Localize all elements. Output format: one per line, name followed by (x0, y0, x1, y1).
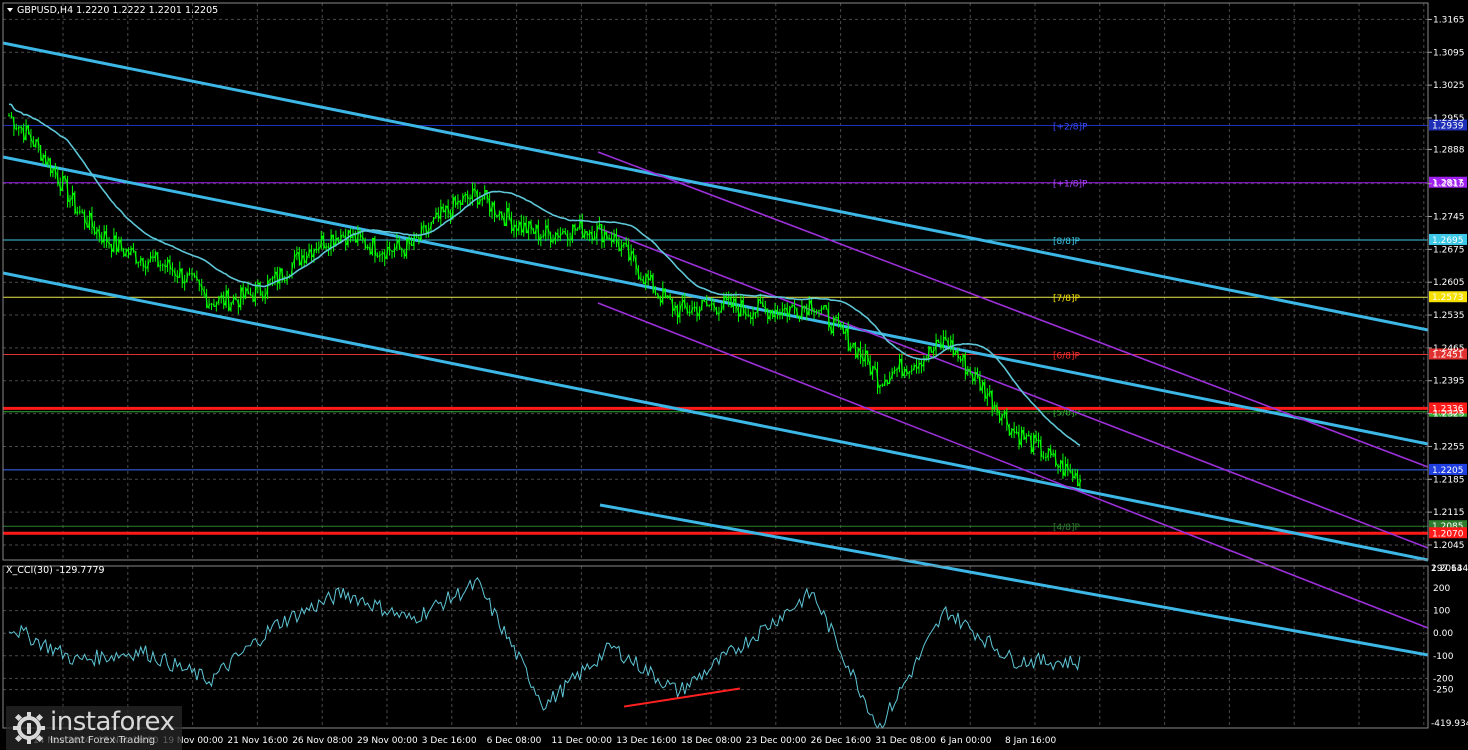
price-tick-label: 1.2185 (1433, 475, 1465, 485)
time-tick-label: 21 Nov 16:00 (227, 736, 288, 746)
price-tag-text: 1.2573 (1432, 293, 1464, 303)
candle-body (693, 306, 696, 309)
cci-tick-label: -100 (1433, 652, 1454, 662)
time-tick-label: 31 Dec 08:00 (875, 736, 936, 746)
candle-body (376, 255, 379, 258)
cci-top-label: 297.6441 (1431, 564, 1468, 574)
price-tick-label: 1.2605 (1433, 278, 1465, 288)
candle-body (422, 225, 425, 227)
candle-body (1015, 431, 1018, 434)
price-tick-label: 1.2395 (1433, 377, 1465, 387)
time-tick-label: 26 Nov 08:00 (292, 736, 353, 746)
candle-body (10, 115, 13, 118)
time-tick-label: 8 Jan 16:00 (1005, 736, 1057, 746)
time-tick-label: 23 Dec 00:00 (746, 736, 807, 746)
price-tick-label: 1.2255 (1433, 442, 1465, 452)
murray-level-label: [+1/8]P (1053, 180, 1088, 190)
price-tick-label: 1.2888 (1433, 145, 1465, 155)
candle-body (881, 384, 884, 387)
cci-tick-label: 200 (1433, 584, 1450, 594)
murray-level-label: [6/8]P (1053, 351, 1081, 361)
cci-tick-label: -200 (1433, 674, 1454, 684)
brand-tagline: Instant Forex Trading (50, 735, 156, 746)
price-tick-label: 1.2675 (1433, 245, 1465, 255)
candle-body (1042, 456, 1045, 458)
candle-body (834, 316, 838, 319)
candle-body (137, 261, 140, 264)
time-tick-label: 13 Dec 16:00 (616, 736, 677, 746)
time-tick-label: 29 Nov 00:00 (357, 736, 418, 746)
murray-level-label: [+2/8]P (1053, 122, 1088, 132)
price-chart[interactable]: [+2/8]P 1.2939[+1/8]P 1.2817[8/8]P 1.2695[7… (0, 0, 1468, 750)
candle-body (1037, 439, 1040, 442)
price-tick-label: 1.2745 (1433, 213, 1465, 223)
price-tag-text: 1.2070 (1432, 529, 1464, 539)
broker-logo: instaforex Instant Forex Trading (6, 706, 182, 750)
candle-body (271, 277, 274, 280)
murray-level-label: [7/8]P (1053, 294, 1081, 304)
cci-tick-label: 100 (1433, 607, 1450, 617)
candle-body (342, 234, 345, 237)
cci-bottom-label: -419.9341 (1431, 719, 1468, 729)
cci-title: X_CCI(30) -129.7779 (6, 565, 105, 576)
murray-level-label: [4/8]P (1053, 523, 1081, 533)
price-tick-label: 1.2815 (1433, 180, 1465, 190)
price-tick-label: 1.2045 (1433, 541, 1465, 551)
murray-level-label: [5/8]P (1053, 409, 1081, 419)
time-tick-label: 11 Dec 00:00 (551, 736, 612, 746)
time-tick-label: 18 Dec 08:00 (681, 736, 742, 746)
price-tick-label: 1.3025 (1433, 81, 1465, 91)
instaforex-gear-icon (13, 712, 45, 744)
price-tick-label: 1.2955 (1433, 114, 1465, 124)
time-tick-label: 6 Jan 00:00 (940, 736, 992, 746)
time-tick-label: 26 Dec 16:00 (811, 736, 872, 746)
time-tick-label: 6 Dec 08:00 (487, 736, 542, 746)
cci-tick-label: -250 (1433, 686, 1454, 696)
candle-body (366, 246, 369, 249)
brand-name: instaforex (50, 707, 175, 737)
price-tick-label: 1.2465 (1433, 344, 1465, 354)
price-tick-label: 1.2325 (1433, 410, 1465, 420)
murray-level-label: [8/8]P (1053, 237, 1081, 247)
price-tick-label: 1.2535 (1433, 311, 1465, 321)
time-tick-label: 3 Dec 16:00 (422, 736, 477, 746)
price-tick-label: 1.3165 (1433, 15, 1465, 25)
price-tick-label: 1.2115 (1433, 508, 1465, 518)
symbol-title: GBPUSD,H4 1.2220 1.2222 1.2201 1.2205 (17, 5, 218, 16)
cci-tick-label: 0.00 (1433, 629, 1453, 639)
price-tick-label: 1.3095 (1433, 48, 1465, 58)
